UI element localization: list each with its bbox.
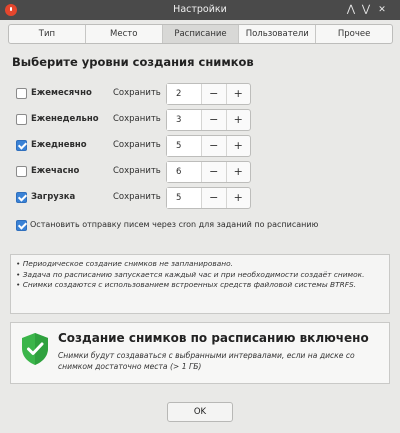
level-row-daily: Ежедневно Сохранить 5 − + — [16, 135, 251, 157]
weekly-checkbox[interactable] — [16, 114, 27, 125]
note-text: • Задача по расписанию запускается кажды… — [16, 269, 365, 279]
decrement-button[interactable]: − — [202, 84, 227, 104]
keep-label: Сохранить — [113, 192, 161, 202]
level-row-boot: Загрузка Сохранить 5 − + — [16, 187, 251, 209]
keep-label: Сохранить — [113, 166, 161, 176]
keep-count-input[interactable]: 6 — [167, 162, 202, 182]
title-bar: Настройки ⋀ ⋁ ✕ — [0, 0, 400, 20]
increment-button[interactable]: + — [227, 84, 251, 104]
boot-checkbox[interactable] — [16, 192, 27, 203]
tab-users[interactable]: Пользователи — [239, 25, 317, 43]
increment-button[interactable]: + — [227, 136, 251, 156]
shield-check-icon — [22, 333, 48, 365]
level-label: Еженедельно — [31, 114, 99, 124]
minimize-icon[interactable]: ⋁ — [359, 3, 373, 17]
keep-count-input[interactable]: 5 — [167, 136, 202, 156]
status-description: Снимки будут создаваться с выбранными ин… — [58, 351, 355, 371]
keep-label: Сохранить — [113, 140, 161, 150]
note-text: • Периодическое создание снимков не запл… — [16, 259, 233, 268]
tab-type[interactable]: Тип — [9, 25, 86, 43]
level-label: Ежедневно — [31, 140, 87, 150]
keep-count-stepper: 2 − + — [166, 83, 251, 105]
increment-button[interactable]: + — [227, 110, 251, 130]
schedule-notes: • Периодическое создание снимков не запл… — [10, 254, 390, 314]
keep-count-stepper: 3 − + — [166, 109, 251, 131]
status-title: Создание снимков по расписанию включено — [58, 331, 369, 345]
tab-location[interactable]: Место — [86, 25, 163, 43]
window-title: Настройки — [173, 4, 227, 15]
cron-email-option: Остановить отправку писем через cron для… — [16, 219, 386, 233]
keep-count-stepper: 5 − + — [166, 187, 251, 209]
decrement-button[interactable]: − — [202, 110, 227, 130]
close-icon[interactable]: ✕ — [375, 3, 389, 17]
decrement-button[interactable]: − — [202, 188, 227, 208]
tab-bar: Тип Место Расписание Пользователи Прочее — [8, 24, 393, 44]
section-heading: Выберите уровни создания снимков — [12, 55, 254, 69]
level-row-monthly: Ежемесячно Сохранить 2 − + — [16, 83, 251, 105]
note-text: • Снимки создаются с использованием встр… — [16, 280, 357, 289]
decrement-button[interactable]: − — [202, 162, 227, 182]
keep-count-input[interactable]: 3 — [167, 110, 202, 130]
cron-email-label: Остановить отправку писем через cron для… — [30, 220, 319, 229]
level-label: Загрузка — [31, 192, 76, 202]
keep-count-input[interactable]: 2 — [167, 84, 202, 104]
level-row-weekly: Еженедельно Сохранить 3 − + — [16, 109, 251, 131]
ok-button[interactable]: OK — [167, 402, 233, 422]
increment-button[interactable]: + — [227, 162, 251, 182]
keep-label: Сохранить — [113, 114, 161, 124]
cron-email-checkbox[interactable] — [16, 220, 27, 231]
keep-count-stepper: 5 − + — [166, 135, 251, 157]
increment-button[interactable]: + — [227, 188, 251, 208]
tab-misc[interactable]: Прочее — [316, 25, 392, 43]
keep-count-input[interactable]: 5 — [167, 188, 202, 208]
keep-above-icon[interactable]: ⋀ — [344, 3, 358, 17]
daily-checkbox[interactable] — [16, 140, 27, 151]
level-row-hourly: Ежечасно Сохранить 6 − + — [16, 161, 251, 183]
keep-label: Сохранить — [113, 88, 161, 98]
decrement-button[interactable]: − — [202, 136, 227, 156]
level-label: Ежемесячно — [31, 88, 92, 98]
hourly-checkbox[interactable] — [16, 166, 27, 177]
tab-schedule[interactable]: Расписание — [162, 25, 240, 43]
level-label: Ежечасно — [31, 166, 80, 176]
monthly-checkbox[interactable] — [16, 88, 27, 99]
schedule-status-panel: Создание снимков по расписанию включено … — [10, 322, 390, 384]
keep-count-stepper: 6 − + — [166, 161, 251, 183]
